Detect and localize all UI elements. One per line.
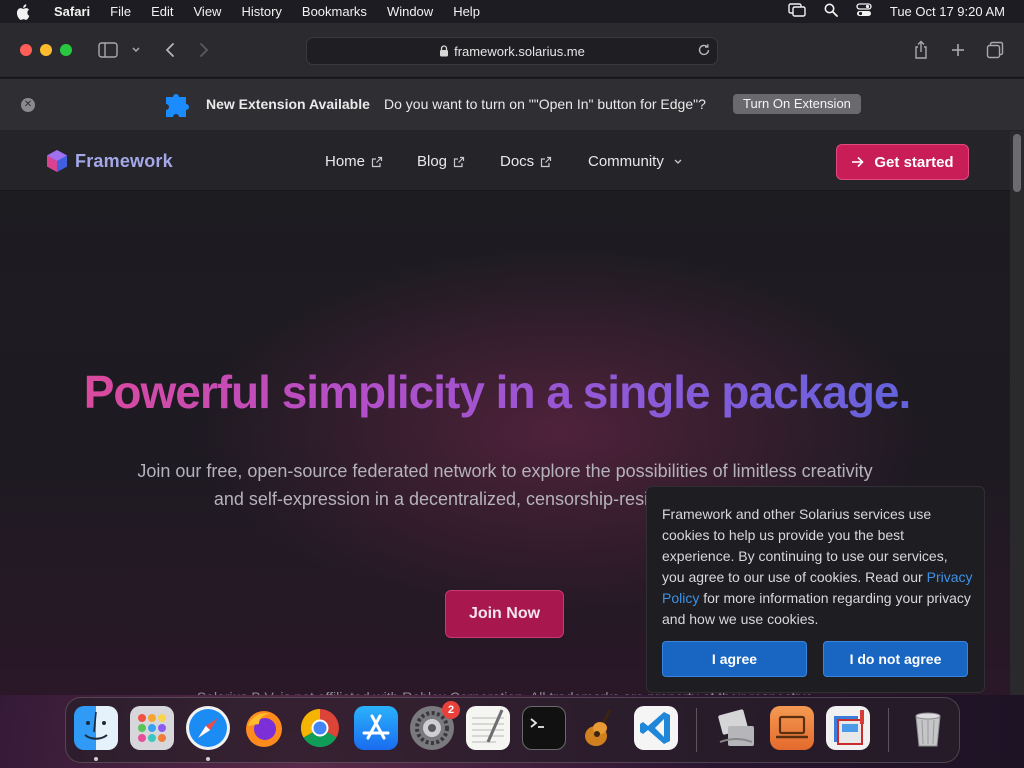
hero-title: Powerful simplicity in a single package. <box>0 365 994 419</box>
get-started-button[interactable]: Get started <box>836 144 969 180</box>
menu-bar: Safari File Edit View History Bookmarks … <box>0 0 1024 23</box>
close-window-button[interactable] <box>20 44 32 56</box>
terminal-icon[interactable] <box>522 706 566 750</box>
garageband-icon[interactable] <box>578 706 622 750</box>
address-bar[interactable]: framework.solarius.me <box>306 37 718 65</box>
site-navbar: Framework Home Blog Docs Community Get s… <box>0 131 1010 191</box>
framework-logo-icon <box>45 149 69 173</box>
menu-file[interactable]: File <box>110 4 131 19</box>
nav-blog-label: Blog <box>417 153 448 170</box>
forward-icon[interactable] <box>193 40 215 60</box>
nav-docs-label: Docs <box>500 153 535 170</box>
preview-icon[interactable] <box>826 706 870 750</box>
reload-icon[interactable] <box>697 43 711 57</box>
notification-badge: 2 <box>442 701 460 719</box>
share-icon[interactable] <box>910 40 932 60</box>
remote-desktop-icon[interactable] <box>770 706 814 750</box>
browser-toolbar: framework.solarius.me <box>0 23 1024 78</box>
nav-home[interactable]: Home <box>325 153 383 170</box>
finder-icon[interactable] <box>74 706 118 750</box>
get-started-label: Get started <box>874 153 954 171</box>
join-now-button[interactable]: Join Now <box>445 590 564 638</box>
chrome-icon[interactable] <box>298 706 342 750</box>
brand-name: Framework <box>75 150 173 171</box>
migration-assistant-icon[interactable] <box>714 706 758 750</box>
scrollbar[interactable] <box>1010 131 1024 695</box>
safari-icon[interactable] <box>186 706 230 750</box>
firefox-icon[interactable] <box>242 706 286 750</box>
trash-icon[interactable] <box>906 706 950 750</box>
apple-icon[interactable] <box>16 3 30 20</box>
sidebar-icon[interactable] <box>97 40 119 60</box>
menubar-clock[interactable]: Tue Oct 17 9:20 AM <box>890 4 1005 19</box>
menu-window[interactable]: Window <box>387 4 433 19</box>
chevron-down-icon <box>673 158 683 166</box>
turn-on-extension-button[interactable]: Turn On Extension <box>733 94 861 114</box>
nav-community-label: Community <box>588 153 664 170</box>
new-tab-icon[interactable] <box>947 40 969 60</box>
menu-help[interactable]: Help <box>453 4 480 19</box>
cookie-text-after: for more information regarding your priv… <box>662 590 971 627</box>
nav-home-label: Home <box>325 153 366 170</box>
back-icon[interactable] <box>159 40 181 60</box>
extension-message: Do you want to turn on ""Open In" button… <box>384 96 706 112</box>
scrollbar-thumb[interactable] <box>1013 134 1021 192</box>
external-link-icon <box>371 156 383 168</box>
extension-banner: ✕ New Extension Available Do you want to… <box>0 79 1024 131</box>
screen-mirroring-icon[interactable] <box>788 3 806 20</box>
menu-view[interactable]: View <box>194 4 222 19</box>
menu-history[interactable]: History <box>241 4 281 19</box>
brand[interactable]: Framework <box>45 149 173 173</box>
nav-community[interactable]: Community <box>588 153 683 170</box>
nav-docs[interactable]: Docs <box>500 153 552 170</box>
finder-running-indicator <box>94 757 98 761</box>
textedit-icon[interactable] <box>466 706 510 750</box>
minimize-window-button[interactable] <box>40 44 52 56</box>
safari-running-indicator <box>206 757 210 761</box>
lock-icon <box>439 45 449 57</box>
url-text[interactable]: framework.solarius.me <box>454 44 585 59</box>
app-store-icon[interactable] <box>354 706 398 750</box>
web-content: Framework Home Blog Docs Community Get s… <box>0 131 1010 695</box>
cookie-text: Framework and other Solarius services us… <box>662 504 974 630</box>
control-center-icon[interactable] <box>856 3 872 20</box>
tab-overview-icon[interactable] <box>984 40 1006 60</box>
cookie-consent-dialog: Framework and other Solarius services us… <box>646 486 985 693</box>
spotlight-search-icon[interactable] <box>824 3 838 20</box>
vscode-icon[interactable] <box>634 706 678 750</box>
nav-blog[interactable]: Blog <box>417 153 465 170</box>
zoom-window-button[interactable] <box>60 44 72 56</box>
launchpad-icon[interactable] <box>130 706 174 750</box>
dock: 2 <box>65 697 960 763</box>
safari-window: framework.solarius.me ✕ New Extension Av… <box>0 23 1024 695</box>
external-link-icon <box>453 156 465 168</box>
close-icon[interactable]: ✕ <box>21 98 35 112</box>
menu-edit[interactable]: Edit <box>151 4 173 19</box>
dock-separator <box>888 708 889 752</box>
menu-bookmarks[interactable]: Bookmarks <box>302 4 367 19</box>
menu-app-name[interactable]: Safari <box>54 4 90 19</box>
puzzle-piece-icon <box>163 92 193 118</box>
dock-separator <box>696 708 697 752</box>
system-settings-icon[interactable]: 2 <box>410 701 460 750</box>
disagree-button[interactable]: I do not agree <box>823 641 968 677</box>
agree-button[interactable]: I agree <box>662 641 807 677</box>
arrow-right-icon <box>851 156 865 168</box>
chevron-down-icon[interactable] <box>125 40 147 60</box>
cookie-text-before: Framework and other Solarius services us… <box>662 506 948 585</box>
external-link-icon <box>540 156 552 168</box>
extension-title: New Extension Available <box>206 96 370 112</box>
